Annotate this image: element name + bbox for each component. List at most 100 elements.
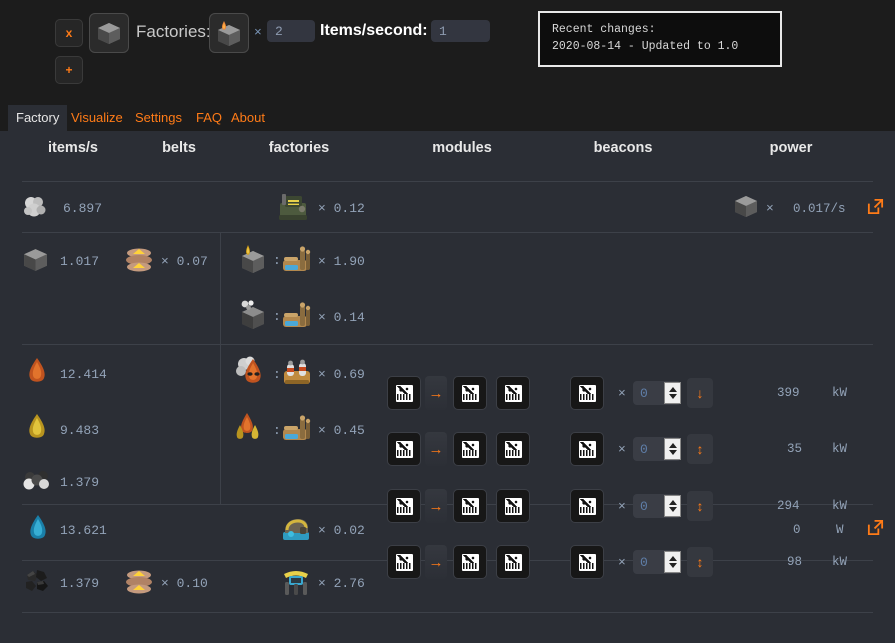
tab-settings[interactable]: Settings [127,105,190,131]
belt-count: × 0.10 [161,576,208,591]
module-slot-icon[interactable] [496,489,530,523]
items-per-second-value: 12.414 [60,367,107,382]
recent-changes-entry: 2020-08-14 - Updated to 1.0 [552,40,739,54]
recipe-separator: : [273,309,281,324]
beacon-count-value: 0 [640,385,648,401]
beacon-count-input[interactable]: 0 [633,381,681,405]
cube-glyph [98,23,120,44]
beacon-module-slot-icon[interactable] [570,545,604,579]
beacon-module-slot-icon[interactable] [570,376,604,410]
power-unit: kW [832,442,848,456]
table-header-row: items/s belts factories modules beacons … [0,133,895,163]
module-slot-icon[interactable] [453,376,487,410]
beacon-count-stepper[interactable] [664,438,681,460]
power-value: 294 [777,499,800,513]
beacon-direction-icon[interactable]: ↓ [687,378,713,408]
water-icon [26,514,50,547]
recipe-separator: : [273,253,281,268]
stone-furnace-icon[interactable] [89,13,129,53]
factory-count-multiply-symbol: × [254,25,262,40]
module-slot-icon[interactable] [387,489,421,523]
electric-mining-drill-icon[interactable] [277,191,309,228]
module-slot-icon[interactable] [453,489,487,523]
table-row [22,194,48,225]
column-header-power: power [769,140,813,156]
remove-factory-button[interactable]: x [55,19,83,47]
factory-count: × 0.69 [318,367,365,382]
divider-4 [22,560,873,561]
add-factory-button[interactable]: + [55,56,83,84]
beacon-count-stepper[interactable] [664,382,681,404]
module-slot-icon[interactable] [496,376,530,410]
beacon-count-value: 0 [640,554,648,570]
group-vertical-divider [220,232,221,504]
items-per-second-input[interactable] [431,20,490,42]
module-slot-icon[interactable] [496,432,530,466]
divider-2 [22,344,873,345]
column-header-beacons: beacons [593,140,653,156]
module-copy-arrow-icon[interactable]: → [425,489,447,523]
power-value: 98 [787,555,803,569]
module-slot-icon[interactable] [387,432,421,466]
items-per-second-value: 1.379 [60,576,100,591]
chemical-plant-icon[interactable] [281,357,313,394]
power-unit: kW [832,555,848,569]
beacon-count-stepper[interactable] [664,551,681,573]
factory-count: × 0.02 [318,523,365,538]
power-value: 35 [787,442,803,456]
beacon-direction-icon[interactable]: ↕ [687,491,713,521]
beacon-direction-icon[interactable]: ↕ [687,434,713,464]
beacon-count-input[interactable]: 0 [633,494,681,518]
external-link-icon[interactable] [866,197,885,221]
module-copy-arrow-icon[interactable]: → [425,545,447,579]
petroleum-gas-icon [234,411,272,452]
oil-refinery-icon[interactable] [281,300,313,337]
light-oil-icon [236,299,270,338]
module-slot-icon[interactable] [453,545,487,579]
oil-refinery-icon[interactable] [209,13,249,53]
transport-belt-icon[interactable] [124,245,154,280]
heavy-oil-icon [25,357,49,390]
factorio-calculator-page: x + Factories: × Items/second: [0,0,895,643]
offshore-pump-icon[interactable] [280,513,312,550]
beacon-count-stepper[interactable] [664,495,681,517]
oil-refinery-icon[interactable] [281,413,313,450]
module-slot-icon[interactable] [453,432,487,466]
factory-count: × 0.14 [318,310,365,325]
factory-count: × 2.76 [318,576,365,591]
beacon-module-slot-icon[interactable] [570,489,604,523]
factory-count-input[interactable] [267,20,315,42]
transport-belt-icon[interactable] [124,567,154,602]
main-tabs: Factory Visualize Settings FAQ About [0,105,895,131]
beacon-direction-icon[interactable]: ↕ [687,547,713,577]
factories-label: Factories: [136,22,211,41]
beacon-multiply-symbol: × [618,499,626,514]
module-copy-arrow-icon[interactable]: → [425,376,447,410]
light-oil-icon [25,413,49,446]
module-slot-icon[interactable] [387,545,421,579]
power-unit: W [836,523,844,537]
petroleum-gas-icon [23,468,51,497]
electric-mining-drill-blue-icon[interactable] [280,566,312,603]
power-unit: kW [832,386,848,400]
module-slot-icon[interactable] [496,545,530,579]
divider-header [22,181,873,182]
tab-factory[interactable]: Factory [8,105,68,131]
column-header-modules: modules [432,140,492,156]
power-unit: kW [832,499,848,513]
module-copy-arrow-icon[interactable]: → [425,432,447,466]
factory-results-table: items/s belts factories modules beacons … [0,133,895,643]
beacon-multiply-symbol: × [618,386,626,401]
beacon-module-slot-icon[interactable] [570,432,604,466]
beacon-multiply-symbol: × [618,555,626,570]
module-slot-icon[interactable] [387,376,421,410]
beacon-count-input[interactable]: 0 [633,550,681,574]
oil-refinery-icon[interactable] [281,244,313,281]
external-link-icon[interactable] [866,518,885,542]
factory-count: × 0.45 [318,423,365,438]
tab-about[interactable]: About [223,105,273,131]
divider-1 [22,232,873,233]
power-value: 0 [793,523,801,537]
tab-visualize[interactable]: Visualize [63,105,131,131]
beacon-count-input[interactable]: 0 [633,437,681,461]
